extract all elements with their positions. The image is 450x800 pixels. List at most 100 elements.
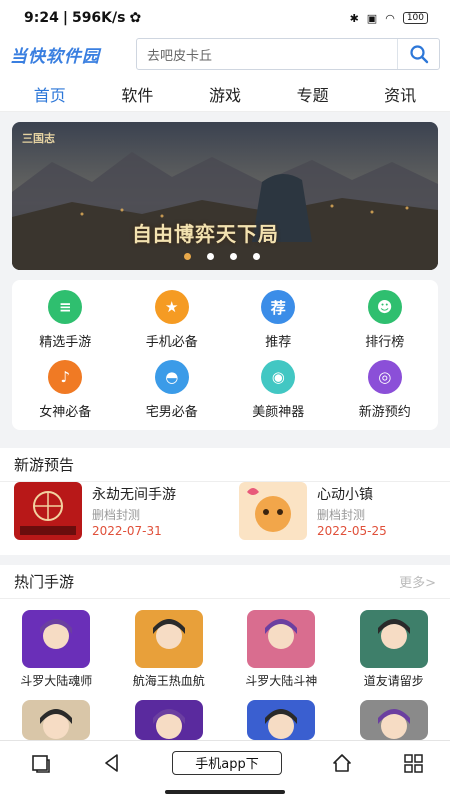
quick-entry-item[interactable]: ★ 手机必备 xyxy=(119,290,226,360)
game-cover-image xyxy=(22,700,91,740)
new-game-item[interactable]: 永劫无间手游 删档封测 2022-07-31 xyxy=(0,482,225,552)
section-title-new-games: 新游预告 xyxy=(14,456,75,474)
quick-entry-item[interactable]: ◉ 美颜神器 xyxy=(225,360,332,430)
quick-entry-item[interactable]: 荐推荐 xyxy=(225,290,332,360)
hot-game-item[interactable]: 航海王热血航 xyxy=(113,610,226,689)
download-app-button[interactable]: 手机app下 xyxy=(172,750,282,775)
game-date: 2022-05-25 xyxy=(317,524,387,538)
game-cover-image xyxy=(134,610,203,668)
quick-entry-item[interactable]: ◓ 宅男必备 xyxy=(119,360,226,430)
tab-topics[interactable]: 专题 xyxy=(287,76,339,112)
tabs-icon[interactable] xyxy=(30,752,52,774)
game-status: 删档封测 xyxy=(317,507,366,522)
game-cover-image xyxy=(247,610,316,668)
hot-games-header: 热门手游 更多> xyxy=(0,565,450,599)
bluetooth-icon: ✱ xyxy=(349,11,359,25)
tab-software[interactable]: 软件 xyxy=(111,76,163,112)
search-input[interactable]: 去吧皮卡丘 xyxy=(136,38,440,70)
game-name: 永劫无间手游 xyxy=(92,487,176,503)
camera-icon: ◉ xyxy=(261,360,296,394)
tab-news[interactable]: 资讯 xyxy=(374,76,426,112)
hot-games-grid: 斗罗大陆魂师 航海王热血航 斗罗大陆斗神 道友请留步 xyxy=(0,610,450,689)
quick-entry-label: 新游预约 xyxy=(358,405,411,420)
wifi-icon: ◠ xyxy=(385,11,395,25)
search-icon xyxy=(409,45,428,64)
microphone-icon: ♪ xyxy=(48,360,83,394)
game-thumbnail xyxy=(22,610,91,668)
quick-entry-item[interactable]: ♪ 女神必备 xyxy=(12,360,119,430)
quick-entry-item[interactable]: ≡ 精选手游 xyxy=(12,290,119,360)
back-icon[interactable] xyxy=(101,752,123,774)
tab-home[interactable]: 首页 xyxy=(24,76,76,112)
menu-grid-icon[interactable] xyxy=(402,752,424,774)
hot-game-item[interactable] xyxy=(225,700,338,740)
carousel-dot[interactable] xyxy=(253,253,260,260)
quick-entry-label: 女神必备 xyxy=(39,405,92,420)
target-icon: ◎ xyxy=(367,360,402,394)
site-logo[interactable]: 当快软件园 xyxy=(10,42,130,67)
game-cover-image xyxy=(22,610,91,668)
game-cover-image xyxy=(359,700,428,740)
new-games-list: 永劫无间手游 删档封测 2022-07-31 心动小镇 删档封测 2022-05… xyxy=(0,482,450,552)
quick-entry-label: 宅男必备 xyxy=(145,405,198,420)
main-nav: 首页 软件 游戏 专题 资讯 xyxy=(0,76,450,112)
quick-entry-card: ≡ 精选手游 ★ 手机必备 荐推荐 ☻ 排行榜 ♪ 女神必备 ◓ 宅男必备 ◉ 美颜神器 ◎ 新游预约 xyxy=(12,280,438,430)
game-thumbnail xyxy=(359,700,428,740)
status-bar: 9:24 | 596K/s ✿ ✱ ▣ ◠ 100 xyxy=(0,0,450,36)
carousel-dot[interactable] xyxy=(184,253,191,260)
quick-entry-grid: ≡ 精选手游 ★ 手机必备 荐推荐 ☻ 排行榜 ♪ 女神必备 ◓ 宅男必备 ◉ 美颜神器 ◎ 新游预约 xyxy=(12,280,438,430)
browser-bottom-bar: 手机app下 xyxy=(0,740,450,784)
search-placeholder: 去吧皮卡丘 xyxy=(147,48,213,64)
screen-icon: ▣ xyxy=(366,11,378,25)
status-time: 9:24 xyxy=(24,10,59,26)
battery-icon: 100 xyxy=(402,12,428,24)
more-link[interactable]: 更多> xyxy=(399,572,436,591)
game-thumbnail xyxy=(134,610,203,668)
home-icon[interactable] xyxy=(331,752,353,774)
quick-entry-item[interactable]: ☻ 排行榜 xyxy=(332,290,439,360)
game-name: 斗罗大陆魂师 xyxy=(20,674,93,688)
game-thumbnail xyxy=(239,482,307,540)
quick-entry-label: 精选手游 xyxy=(39,335,92,350)
banner-carousel[interactable]: 三国志 自由博弈天下局 xyxy=(12,122,438,270)
phone-star-icon: ★ xyxy=(154,290,189,324)
hot-games-grid-row2 xyxy=(0,700,450,740)
hot-game-item[interactable] xyxy=(113,700,226,740)
hot-game-item[interactable]: 斗罗大陆魂师 xyxy=(0,610,113,689)
network-speed: 596K/s xyxy=(71,10,126,26)
game-thumbnail xyxy=(247,700,316,740)
new-game-item[interactable]: 心动小镇 删档封测 2022-05-25 xyxy=(225,482,450,552)
hot-game-item[interactable] xyxy=(338,700,450,740)
game-name: 道友请留步 xyxy=(363,674,424,688)
quick-entry-label: 排行榜 xyxy=(365,335,405,350)
section-divider xyxy=(0,555,450,565)
quick-entry-label: 手机必备 xyxy=(145,335,198,350)
banner-image xyxy=(12,122,438,270)
game-date: 2022-07-31 xyxy=(92,524,162,538)
quick-entry-label: 推荐 xyxy=(265,335,292,350)
game-cover-image xyxy=(359,610,428,668)
tab-games[interactable]: 游戏 xyxy=(199,76,251,112)
search-button[interactable] xyxy=(397,39,439,69)
hot-game-item[interactable]: 道友请留步 xyxy=(338,610,450,689)
section-title-hot-games: 热门手游 xyxy=(14,573,75,591)
robot-icon: ☻ xyxy=(367,290,402,324)
quick-entry-label: 美颜神器 xyxy=(252,405,305,420)
game-status: 删档封测 xyxy=(92,507,141,522)
game-thumbnail xyxy=(247,610,316,668)
recommend-icon: 荐 xyxy=(261,290,296,324)
game-thumbnail xyxy=(359,610,428,668)
quick-entry-item[interactable]: ◎ 新游预约 xyxy=(332,360,439,430)
carousel-dot[interactable] xyxy=(230,253,237,260)
header: 当快软件园 去吧皮卡丘 xyxy=(0,36,450,72)
gesture-bar[interactable] xyxy=(165,790,285,794)
game-name: 心动小镇 xyxy=(317,487,373,503)
game-cover-image xyxy=(239,482,307,540)
new-games-header: 新游预告 xyxy=(0,448,450,482)
hot-game-item[interactable]: 斗罗大陆斗神 xyxy=(225,610,338,689)
hot-game-item[interactable] xyxy=(0,700,113,740)
android-icon: ◓ xyxy=(154,360,189,394)
game-cover-image xyxy=(134,700,203,740)
carousel-dot[interactable] xyxy=(207,253,214,260)
notification-icons: ✿ xyxy=(129,10,142,26)
